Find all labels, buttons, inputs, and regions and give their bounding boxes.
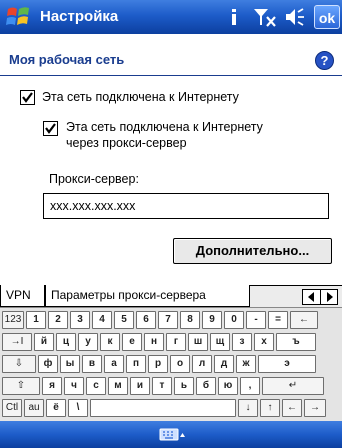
header-divider xyxy=(0,75,342,76)
key-о[interactable]: о xyxy=(170,355,190,373)
ok-button[interactable]: ok xyxy=(314,5,340,29)
svg-text:?: ? xyxy=(321,53,329,68)
tab-proxy-settings[interactable]: Параметры прокси-сервера xyxy=(45,285,250,307)
key-caps[interactable]: ⇩ xyxy=(2,355,36,373)
key--[interactable]: - xyxy=(246,311,266,329)
key-ь[interactable]: ь xyxy=(174,377,194,395)
key-9[interactable]: 9 xyxy=(202,311,222,329)
key-comma[interactable]: , xyxy=(240,377,260,395)
key-ъ[interactable]: ъ xyxy=(276,333,316,351)
key-г[interactable]: г xyxy=(166,333,186,351)
internet-checkbox[interactable] xyxy=(20,90,35,105)
key-ы[interactable]: ы xyxy=(60,355,80,373)
soft-keyboard: 123 1 2 3 4 5 6 7 8 9 0- = ← →I й ц у к е н г ш щ з х ъ ⇩ ф ы в а п р о л д… xyxy=(0,307,342,422)
key-enter[interactable]: ↵ xyxy=(262,377,324,395)
key-р[interactable]: р xyxy=(148,355,168,373)
tab-strip: VPN Параметры прокси-сервера xyxy=(0,285,342,307)
key-numbers[interactable]: 123 xyxy=(2,311,24,329)
internet-checkbox-label: Эта сеть подключена к Интернету xyxy=(42,90,239,104)
key-л[interactable]: л xyxy=(192,355,212,373)
signal-off-icon[interactable] xyxy=(252,6,278,28)
key-3[interactable]: 3 xyxy=(70,311,90,329)
key-arrow-up[interactable]: ↑ xyxy=(260,399,280,417)
volume-icon[interactable] xyxy=(284,6,308,28)
key-у[interactable]: у xyxy=(78,333,98,351)
key-н[interactable]: н xyxy=(144,333,164,351)
proxy-server-input[interactable]: xxx.xxx.xxx.xxx xyxy=(43,193,329,219)
tab-vpn[interactable]: VPN xyxy=(0,285,45,307)
proxy-checkbox-label-line2: через прокси-сервер xyxy=(66,136,187,150)
key-м[interactable]: м xyxy=(108,377,128,395)
key-п[interactable]: п xyxy=(126,355,146,373)
proxy-checkbox-label-line1: Эта сеть подключена к Интернету xyxy=(66,120,263,134)
key-ж[interactable]: ж xyxy=(236,355,256,373)
key-д[interactable]: д xyxy=(214,355,234,373)
key-8[interactable]: 8 xyxy=(180,311,200,329)
key-backspace[interactable]: ← xyxy=(290,311,318,329)
page-title: Моя рабочая сеть xyxy=(9,52,125,67)
key-ф[interactable]: ф xyxy=(38,355,58,373)
key-6[interactable]: 6 xyxy=(136,311,156,329)
key-ё[interactable]: ё xyxy=(46,399,66,417)
key-ctrl[interactable]: Ctl xyxy=(2,399,22,417)
proxy-checkbox[interactable] xyxy=(43,121,58,136)
tab-scroll-buttons xyxy=(302,289,338,305)
key-е[interactable]: е xyxy=(122,333,142,351)
key-space[interactable] xyxy=(90,399,236,417)
info-icon[interactable] xyxy=(228,5,240,29)
key-tab[interactable]: →I xyxy=(2,333,32,351)
key-shift[interactable]: ⇧ xyxy=(2,377,40,395)
key-я[interactable]: я xyxy=(42,377,62,395)
keyboard-toggle-icon[interactable] xyxy=(159,427,185,443)
key-5[interactable]: 5 xyxy=(114,311,134,329)
tab-scroll-right-icon[interactable] xyxy=(320,290,338,304)
key-ч[interactable]: ч xyxy=(64,377,84,395)
key-к[interactable]: к xyxy=(100,333,120,351)
key-и[interactable]: и xyxy=(130,377,150,395)
key-ц[interactable]: ц xyxy=(56,333,76,351)
key-arrow-down[interactable]: ↓ xyxy=(238,399,258,417)
app-title: Настройка xyxy=(40,8,119,25)
key-backslash[interactable]: \ xyxy=(68,399,88,417)
key-б[interactable]: б xyxy=(196,377,216,395)
key-й[interactable]: й xyxy=(34,333,54,351)
key-в[interactable]: в xyxy=(82,355,102,373)
key-щ[interactable]: щ xyxy=(210,333,230,351)
key-э[interactable]: э xyxy=(258,355,316,373)
windows-start-icon[interactable] xyxy=(4,3,34,31)
key-4[interactable]: 4 xyxy=(92,311,112,329)
key-ю[interactable]: ю xyxy=(218,377,238,395)
key-2[interactable]: 2 xyxy=(48,311,68,329)
key-а[interactable]: а xyxy=(104,355,124,373)
menu-bar xyxy=(0,421,342,448)
key-lang[interactable]: au xyxy=(24,399,44,417)
key-1[interactable]: 1 xyxy=(26,311,46,329)
advanced-button[interactable]: Дополнительно... xyxy=(173,238,332,264)
key-=[interactable]: = xyxy=(268,311,288,329)
tab-scroll-left-icon[interactable] xyxy=(303,290,320,304)
key-х[interactable]: х xyxy=(254,333,274,351)
proxy-server-label: Прокси-сервер: xyxy=(49,172,139,186)
help-icon[interactable]: ? xyxy=(315,51,334,70)
key-0[interactable]: 0 xyxy=(224,311,244,329)
key-с[interactable]: с xyxy=(86,377,106,395)
key-arrow-left[interactable]: ← xyxy=(282,399,302,417)
title-bar: Настройка ok xyxy=(0,0,342,34)
key-т[interactable]: т xyxy=(152,377,172,395)
key-arrow-right[interactable]: → xyxy=(304,399,326,417)
page-header: Моя рабочая сеть ? xyxy=(0,34,342,76)
key-ш[interactable]: ш xyxy=(188,333,208,351)
key-7[interactable]: 7 xyxy=(158,311,178,329)
key-з[interactable]: з xyxy=(232,333,252,351)
